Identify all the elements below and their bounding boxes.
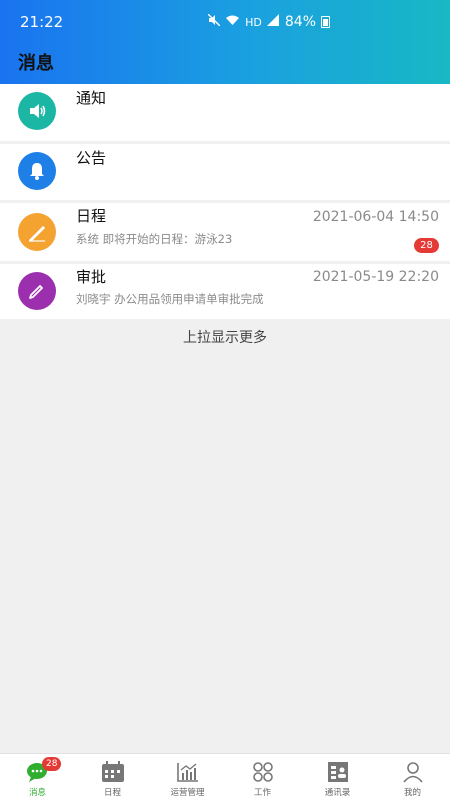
message-time: 2021-05-19 22:20: [312, 269, 439, 285]
wifi-icon: [225, 14, 240, 30]
message-title: 公告: [76, 149, 107, 167]
tab-operations[interactable]: 运营管理: [150, 754, 225, 800]
status-indicators: HD 84%: [207, 13, 330, 30]
bottom-tab-bar: 28 消息 日程 运营管理 工作 通讯录 我的: [0, 753, 450, 800]
tab-contacts[interactable]: 通讯录: [300, 754, 375, 800]
tab-label: 工作: [253, 788, 271, 798]
tab-label: 运营管理: [170, 788, 205, 798]
tab-label: 我的: [403, 788, 421, 798]
battery-percent: 84%: [284, 14, 316, 30]
edit-icon: [18, 272, 56, 310]
load-more-hint: 上拉显示更多: [183, 330, 267, 346]
grid-icon: [251, 760, 275, 784]
message-item-approval[interactable]: 审批 2021-05-19 22:20 刘晓宇 办公用品领用申请单审批完成: [0, 264, 450, 319]
message-item-schedule[interactable]: 日程 2021-06-04 14:50 系统 即将开始的日程：游泳23 28: [0, 203, 450, 261]
tab-work[interactable]: 工作: [225, 754, 300, 800]
message-title: 通知: [76, 89, 107, 107]
tab-me[interactable]: 我的: [375, 754, 450, 800]
signal-icon: [266, 14, 280, 30]
mute-icon: [207, 13, 221, 30]
calendar-icon: [101, 760, 125, 784]
tab-label: 消息: [28, 788, 46, 798]
message-title: 审批: [76, 268, 107, 286]
tab-badge: 28: [42, 757, 62, 771]
speaker-icon: [18, 92, 56, 130]
message-item-announcement[interactable]: 公告: [0, 144, 450, 200]
message-title: 日程: [76, 207, 107, 225]
person-icon: [401, 760, 425, 784]
status-time: 21:22: [20, 13, 64, 31]
pen-icon: [18, 213, 56, 251]
tab-messages[interactable]: 28 消息: [0, 754, 75, 800]
status-bar: 21:22 HD 84%: [0, 0, 450, 44]
app-header: 21:22 HD 84% 消息: [0, 0, 450, 84]
message-preview: 系统 即将开始的日程：游泳23: [76, 232, 233, 246]
unread-badge: 28: [414, 238, 439, 253]
bell-icon: [18, 152, 56, 190]
tab-label: 通讯录: [324, 788, 351, 798]
tab-schedule[interactable]: 日程: [75, 754, 150, 800]
contacts-icon: [326, 760, 350, 784]
message-time: 2021-06-04 14:50: [312, 209, 439, 225]
message-preview: 刘晓宇 办公用品领用申请单审批完成: [76, 292, 264, 306]
network-type-label: HD: [245, 15, 262, 29]
page-title: 消息: [18, 53, 54, 74]
chart-icon: [176, 760, 200, 784]
message-item-notice[interactable]: 通知: [0, 84, 450, 141]
battery-icon: [321, 16, 330, 28]
tab-label: 日程: [103, 788, 121, 798]
